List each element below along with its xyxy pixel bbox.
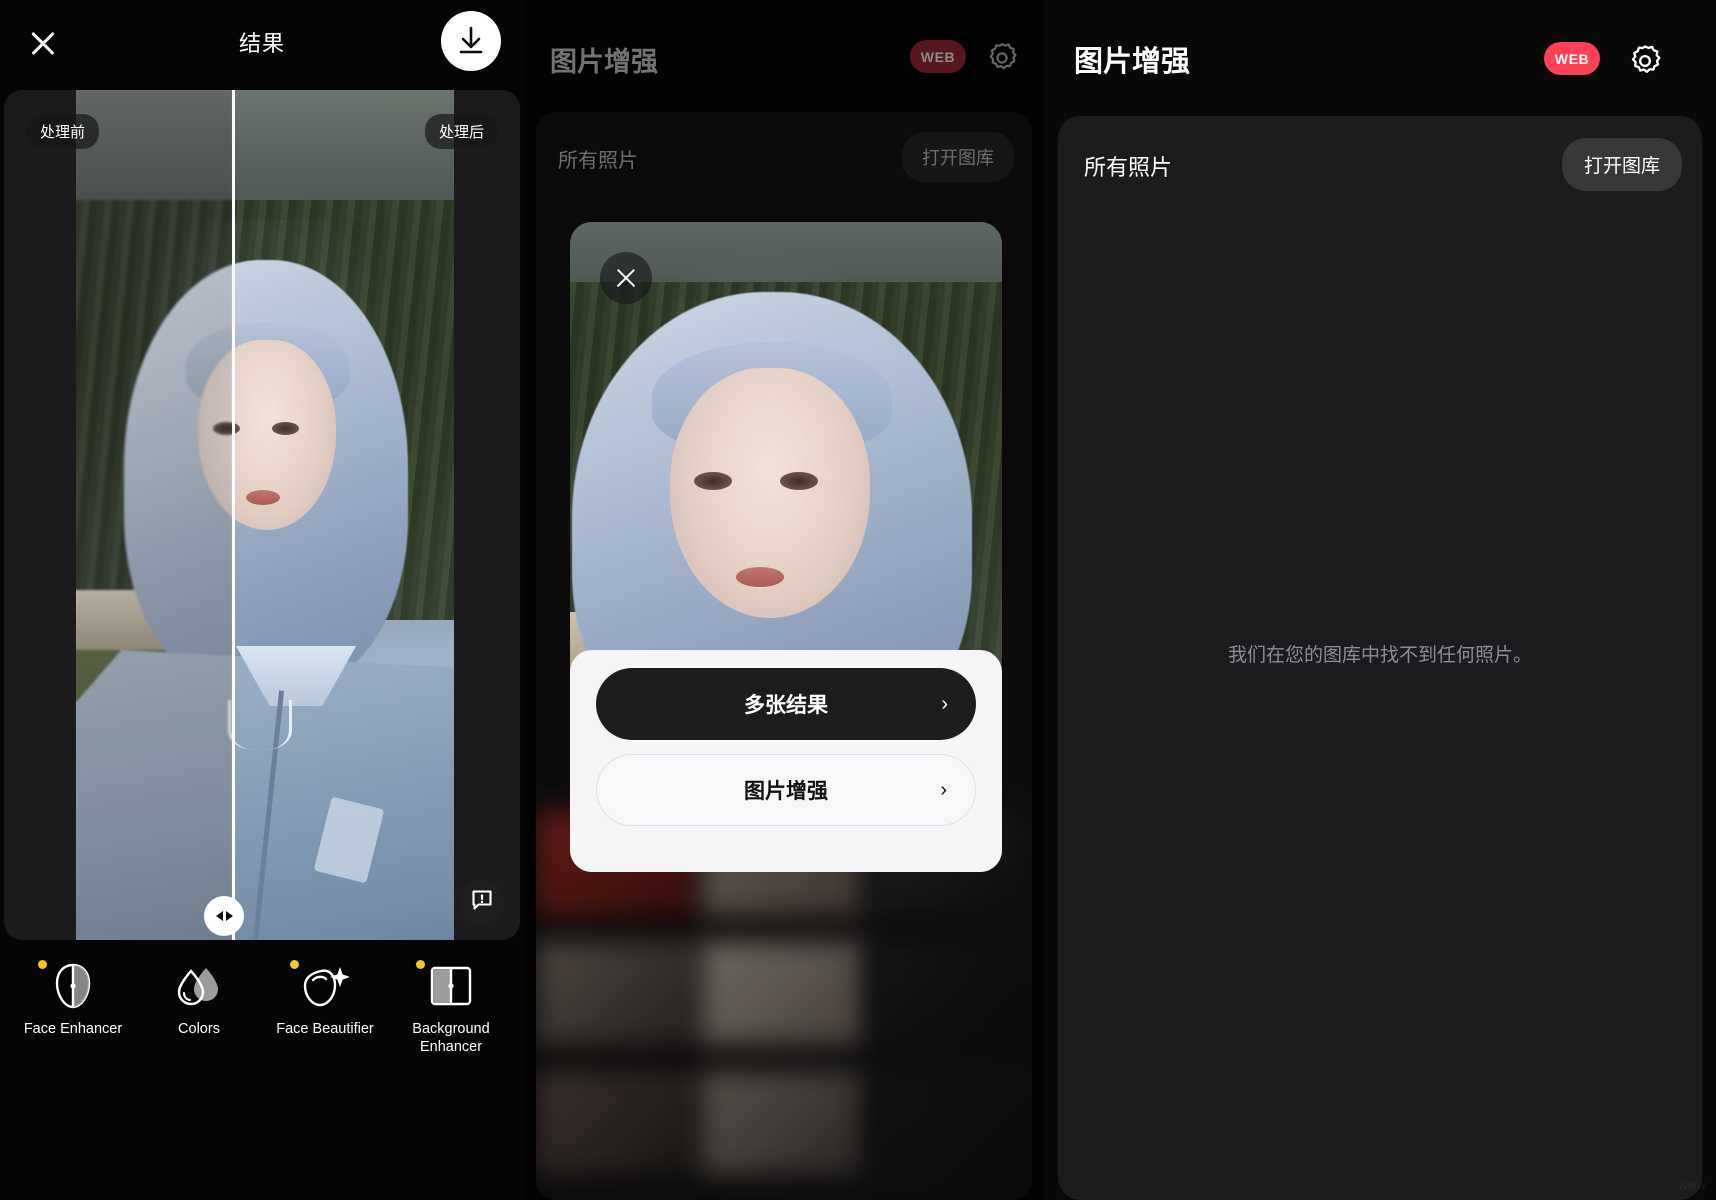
action-label: 多张结果 bbox=[744, 694, 828, 717]
page-title: 图片增强 bbox=[1074, 46, 1191, 78]
chevron-left-icon bbox=[215, 911, 223, 921]
result-topbar: 结果 bbox=[0, 0, 524, 88]
feedback-button[interactable] bbox=[460, 880, 504, 924]
gallery-panel-behind-modal: 图片增强 WEB 所有照片 打开图库 多张结果 › 图片增强 › bbox=[524, 0, 1044, 1200]
gear-icon[interactable] bbox=[1626, 42, 1664, 85]
background-split-icon bbox=[392, 962, 510, 1010]
gallery-panel-empty: 图片增强 WEB 所有照片 打开图库 我们在您的图库中找不到任何照片。 www bbox=[1044, 0, 1716, 1200]
watermark: www bbox=[1678, 1178, 1706, 1192]
open-gallery-button[interactable]: 打开图库 bbox=[1561, 138, 1682, 191]
tool-label: Background Enhancer bbox=[412, 1021, 490, 1056]
tool-colors[interactable]: Colors bbox=[140, 962, 258, 1038]
face-sparkle-icon bbox=[266, 962, 384, 1010]
pro-dot-indicator bbox=[38, 960, 47, 969]
action-multi-result[interactable]: 多张结果 › bbox=[596, 668, 976, 740]
modal-action-list: 多张结果 › 图片增强 › bbox=[570, 650, 1002, 872]
tool-face-enhancer[interactable]: Face Enhancer bbox=[14, 960, 132, 1038]
download-button[interactable] bbox=[441, 11, 501, 71]
tool-background-enhancer[interactable]: Background Enhancer bbox=[392, 960, 510, 1056]
tool-label: Face Beautifier bbox=[276, 1021, 374, 1037]
editor-tool-bar: Face Enhancer Colors Face Beautifier Bac… bbox=[0, 948, 524, 1088]
tool-face-beautifier[interactable]: Face Beautifier bbox=[266, 960, 384, 1038]
after-badge: 处理后 bbox=[424, 114, 498, 149]
action-image-enhance[interactable]: 图片增强 › bbox=[596, 754, 976, 826]
empty-state-message: 我们在您的图库中找不到任何照片。 bbox=[1227, 645, 1532, 666]
result-photo bbox=[76, 90, 454, 940]
pro-dot-indicator bbox=[290, 960, 299, 969]
photo-drawstrings bbox=[228, 700, 292, 750]
tool-label: Face Enhancer bbox=[23, 1021, 123, 1037]
photo-lips bbox=[246, 490, 280, 505]
pro-dot-indicator bbox=[416, 960, 425, 969]
web-badge[interactable]: WEB bbox=[1544, 42, 1600, 75]
color-drops-icon bbox=[140, 962, 258, 1010]
tool-label: Colors bbox=[178, 1021, 220, 1037]
chevron-right-icon: › bbox=[941, 692, 948, 715]
close-icon[interactable] bbox=[600, 252, 652, 304]
feedback-chat-icon bbox=[470, 888, 494, 917]
action-label: 图片增强 bbox=[744, 780, 828, 803]
chevron-right-icon: › bbox=[940, 778, 947, 801]
gallery-card: 所有照片 打开图库 我们在您的图库中找不到任何照片。 bbox=[1058, 116, 1702, 1200]
before-after-canvas[interactable]: 处理前 处理后 bbox=[4, 90, 520, 940]
photo-action-modal: 多张结果 › 图片增强 › bbox=[570, 222, 1002, 872]
face-split-icon bbox=[14, 962, 132, 1010]
chevron-right-icon bbox=[225, 911, 233, 921]
compare-slider-handle[interactable] bbox=[204, 896, 244, 936]
screenshot-stage: 结果 处理前 处理后 Face Enhancer Colors Face Bea… bbox=[0, 0, 1716, 1200]
result-editor-panel: 结果 处理前 处理后 Face Enhancer Colors Face Bea… bbox=[0, 0, 524, 1200]
all-photos-label: 所有照片 bbox=[1084, 155, 1173, 180]
before-badge: 处理前 bbox=[26, 114, 100, 149]
photo-eye-right bbox=[272, 422, 299, 435]
before-half-overlay bbox=[76, 90, 232, 940]
compare-divider bbox=[232, 90, 235, 940]
